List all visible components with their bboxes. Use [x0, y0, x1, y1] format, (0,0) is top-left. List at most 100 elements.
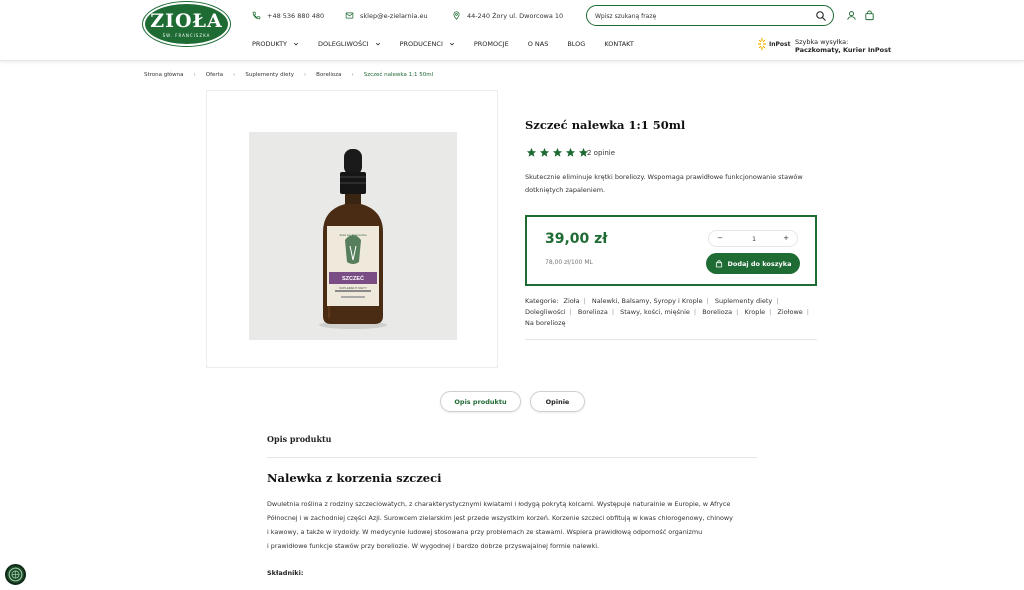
logo-subtitle: ŚW. FRANCISZKA	[162, 33, 211, 38]
phone-icon	[252, 11, 261, 20]
category-link[interactable]: Dolegliwości	[525, 308, 566, 316]
category-link[interactable]: Stawy, kości, mięśnie	[620, 308, 690, 316]
shopping-bag-icon	[715, 259, 722, 267]
add-to-cart-label: Dodaj do koszyka	[727, 259, 792, 268]
category-link[interactable]: Borelioza	[702, 308, 732, 316]
star-icon	[565, 147, 576, 157]
chevron-down-icon	[293, 42, 299, 46]
category-link[interactable]: Nalewki, Balsamy, Syropy i Krople	[592, 297, 703, 305]
search-input[interactable]	[595, 9, 805, 23]
category-link[interactable]: Borelioza	[578, 308, 608, 316]
breadcrumb-separator-icon: ›	[193, 72, 196, 78]
description-paragraph-line: i kawowy, a także w irydoidy. W medycyni…	[267, 528, 703, 536]
shipping-line-2: Paczkomaty, Kurier InPost	[795, 46, 892, 54]
category-link[interactable]: Krople	[744, 308, 765, 316]
inpost-logo: InPost	[757, 37, 790, 51]
reviews-count-link[interactable]: 2 opinie	[587, 149, 615, 157]
description-line: Skutecznie eliminuje krętki boreliozy. W…	[525, 173, 803, 181]
chevron-down-icon	[375, 42, 380, 46]
nav-item-o-nas[interactable]: O NAS	[528, 40, 549, 48]
category-separator: |	[769, 308, 772, 316]
seal-icon	[8, 567, 23, 582]
nav-label: BLOG	[567, 40, 586, 48]
add-to-cart-button[interactable]: Dodaj do koszyka	[706, 253, 800, 274]
category-link[interactable]: Zioła	[564, 297, 580, 305]
category-separator: |	[693, 308, 697, 316]
bottle-name-text: SZCZEĆ	[342, 274, 364, 282]
shipping-info: Szybka wysyłka: Paczkomaty, Kurier InPos…	[795, 38, 891, 54]
product-short-description: Skutecznie eliminuje krętki boreliozy. W…	[525, 171, 825, 197]
header-phone[interactable]: +48 536 880 480	[252, 11, 324, 20]
categories-label: Kategorie:	[525, 297, 559, 305]
nav-item-dolegliwosci[interactable]: DOLEGLIWOŚCI	[318, 40, 381, 48]
search-icon[interactable]	[815, 10, 827, 22]
divider	[525, 339, 817, 340]
unit-price: 78,00 zł/100 ML	[545, 259, 593, 266]
tab-product-description[interactable]: Opis produktu	[440, 391, 521, 412]
header-address: 44-240 Żory ul. Dworcowa 10	[452, 11, 563, 20]
header-email[interactable]: sklep@e-zielarnia.eu	[345, 11, 428, 20]
tab-reviews[interactable]: Opinie	[530, 391, 585, 412]
nav-item-produkty[interactable]: PRODUKTY	[252, 40, 299, 48]
price-box: 39,00 zł 78,00 zł/100 ML − + Dodaj do ko…	[525, 215, 817, 286]
nav-item-promocje[interactable]: PROMOCJE	[474, 40, 509, 48]
category-separator: |	[583, 297, 586, 305]
quantity-decrease-button[interactable]: −	[715, 234, 725, 242]
category-separator: |	[806, 308, 809, 316]
mail-icon	[345, 12, 354, 19]
description-paragraph-line: i prawidłowe funkcje stawów przy borelio…	[267, 542, 600, 550]
nav-label: KONTAKT	[604, 40, 634, 48]
bottle-brand-text: Zioła św. Franciszka	[339, 233, 366, 237]
description-paragraph-line: Północnej i w zachodniej części Azji. Su…	[267, 514, 733, 522]
logo-text: ZIOŁA	[150, 10, 223, 32]
ingredients-label: Składniki:	[267, 569, 304, 577]
bottle-sub-text: SUPLEMENT DIETY	[339, 286, 367, 290]
email-address: sklep@e-zielarnia.eu	[360, 11, 428, 20]
quantity-increase-button[interactable]: +	[781, 234, 791, 242]
product-image-frame[interactable]: Zioła św. Franciszka SZCZEĆ SUPLEMENT DI…	[206, 90, 498, 368]
star-icon	[552, 147, 563, 157]
nav-label: O NAS	[527, 40, 549, 48]
search-bar	[586, 5, 834, 26]
breadcrumb: Strona główna › Oferta › Suplementy diet…	[144, 72, 433, 78]
rating-stars[interactable]	[526, 147, 589, 158]
breadcrumb-current: Szczeć nalewka 1:1 50ml	[363, 72, 434, 78]
breadcrumb-item[interactable]: Suplementy diety	[245, 72, 294, 78]
cart-bag-icon[interactable]	[864, 10, 875, 21]
category-link[interactable]: Na boreliozę	[525, 319, 566, 327]
location-pin-icon	[453, 11, 460, 20]
description-section-title: Opis produktu	[267, 434, 332, 444]
nav-label: PROMOCJE	[473, 40, 509, 48]
quantity-stepper: − +	[708, 230, 798, 247]
phone-number: +48 536 880 480	[267, 11, 325, 20]
nav-item-producenci[interactable]: PRODUCENCI	[400, 40, 455, 48]
category-separator: |	[611, 308, 615, 316]
chevron-down-icon	[449, 42, 454, 46]
category-link[interactable]: Ziołowe	[777, 308, 802, 316]
divider	[267, 457, 757, 458]
inpost-text: InPost	[769, 40, 791, 48]
breadcrumb-item[interactable]: Strona główna	[144, 72, 184, 78]
breadcrumb-item[interactable]: Borelioza	[316, 72, 341, 78]
description-heading: Nalewka z korzenia szczeci	[267, 471, 442, 485]
product-price: 39,00 zł	[545, 231, 608, 247]
nav-item-kontakt[interactable]: KONTAKT	[604, 40, 634, 48]
floating-badge[interactable]	[5, 564, 26, 585]
category-link[interactable]: Suplementy diety	[715, 297, 772, 305]
inpost-mark-icon	[758, 38, 766, 50]
nav-item-blog[interactable]: BLOG	[567, 40, 585, 48]
breadcrumb-item[interactable]: Oferta	[206, 72, 223, 78]
category-separator: |	[706, 297, 709, 305]
site-header: ZIOŁA ŚW. FRANCISZKA +48 536 880 480 skl…	[0, 0, 1024, 61]
quantity-input[interactable]	[742, 234, 766, 244]
breadcrumb-separator-icon: ›	[303, 72, 307, 78]
user-icon[interactable]	[846, 10, 857, 21]
category-separator: |	[736, 308, 739, 316]
category-separator: |	[569, 308, 572, 316]
breadcrumb-separator-icon: ›	[233, 72, 236, 78]
category-separator: |	[776, 297, 779, 305]
shipping-line-1: Szybka wysyłka:	[795, 38, 849, 46]
main-navigation: PRODUKTY DOLEGLIWOŚCI PRODUCENCI PROMOCJ…	[252, 40, 653, 48]
product-bottle-image: Zioła św. Franciszka SZCZEĆ SUPLEMENT DI…	[319, 149, 387, 329]
site-logo[interactable]: ZIOŁA ŚW. FRANCISZKA	[143, 2, 230, 46]
